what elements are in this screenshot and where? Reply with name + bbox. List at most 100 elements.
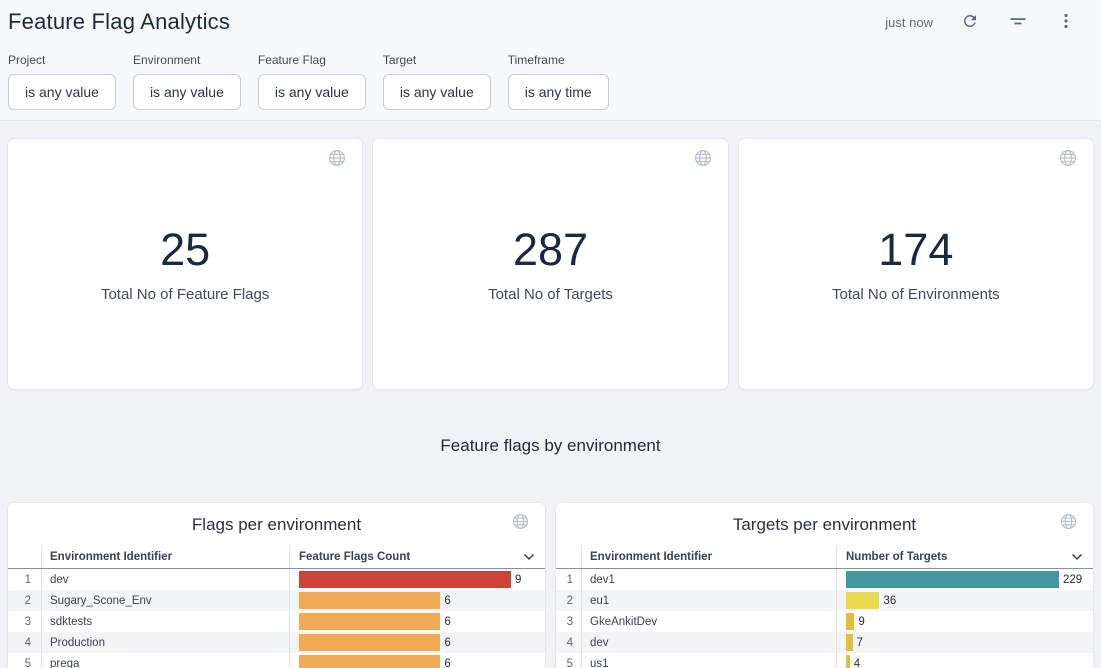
bar-cell[interactable]: 6 — [290, 611, 545, 632]
table-row: 5us14 — [556, 653, 1093, 668]
kpi-card-feature-flags: 25 Total No of Feature Flags — [8, 139, 362, 389]
row-index: 4 — [556, 632, 582, 653]
filter-feature-flag-button[interactable]: is any value — [258, 74, 366, 110]
filter-label: Project — [8, 53, 116, 67]
value-bar — [299, 634, 440, 651]
filter-label: Environment — [133, 53, 241, 67]
refresh-icon — [961, 12, 979, 33]
row-index: 4 — [8, 632, 42, 653]
row-index: 1 — [8, 569, 42, 590]
environment-identifier-cell[interactable]: dev — [42, 569, 290, 590]
kpi-value: 287 — [513, 225, 588, 275]
environment-identifier-cell[interactable]: eu1 — [582, 590, 837, 611]
bar-cell[interactable]: 4 — [837, 653, 1093, 668]
environment-identifier-cell[interactable]: GkeAnkitDev — [582, 611, 837, 632]
column-header-count[interactable]: Number of Targets — [837, 546, 1093, 568]
kpi-value: 25 — [160, 225, 210, 275]
bar-value: 4 — [854, 658, 860, 668]
kpi-label: Total No of Targets — [488, 286, 613, 303]
refresh-button[interactable] — [959, 10, 981, 35]
sort-chevron-down-icon[interactable] — [523, 553, 535, 561]
dashboard-menu-button[interactable] — [1055, 10, 1077, 35]
environment-identifier-cell[interactable]: prega — [42, 653, 290, 668]
kpi-label: Total No of Feature Flags — [101, 286, 269, 303]
filter-target: Target is any value — [383, 53, 491, 110]
data-table: Environment Identifier Number of Targets… — [556, 546, 1093, 668]
top-bar: Feature Flag Analytics just now — [0, 0, 1101, 44]
bar-cell[interactable]: 9 — [837, 611, 1093, 632]
filter-environment-button[interactable]: is any value — [133, 74, 241, 110]
value-bar — [846, 613, 854, 630]
value-bar — [299, 613, 440, 630]
sort-chevron-down-icon[interactable] — [1071, 553, 1083, 561]
environment-identifier-cell[interactable]: us1 — [582, 653, 837, 668]
row-index: 2 — [8, 590, 42, 611]
globe-icon[interactable] — [694, 149, 712, 172]
row-index: 3 — [8, 611, 42, 632]
kpi-row: 25 Total No of Feature Flags 287 Total N… — [8, 139, 1093, 389]
kpi-card-environments: 174 Total No of Environments — [739, 139, 1093, 389]
kebab-menu-icon — [1057, 12, 1075, 33]
filter-bar: Project is any value Environment is any … — [0, 44, 1101, 121]
value-bar — [846, 571, 1059, 588]
filter-timeframe-button[interactable]: is any time — [508, 74, 609, 110]
filter-project: Project is any value — [8, 53, 116, 110]
filter-label: Feature Flag — [258, 53, 366, 67]
table-row: 3sdktests6 — [8, 611, 545, 632]
bar-cell[interactable]: 7 — [837, 632, 1093, 653]
filter-label: Timeframe — [508, 53, 609, 67]
table-row: 4Production 6 — [8, 632, 545, 653]
bar-value: 9 — [515, 574, 521, 586]
row-index: 5 — [8, 653, 42, 668]
bar-value: 229 — [1063, 574, 1082, 586]
column-header-environment[interactable]: Environment Identifier — [582, 546, 837, 568]
table-header-row: Environment Identifier Number of Targets — [556, 546, 1093, 569]
table-body: 1dev12292eu1363GkeAnkitDev94dev75us14 — [556, 569, 1093, 668]
dashboard-filters-button[interactable] — [1007, 10, 1029, 35]
table-row: 1dev 9 — [8, 569, 545, 590]
value-bar — [299, 655, 440, 668]
dashboard-body: 25 Total No of Feature Flags 287 Total N… — [0, 121, 1101, 668]
column-header-label: Feature Flags Count — [299, 551, 410, 563]
bar-value: 6 — [444, 637, 450, 649]
column-header-label: Number of Targets — [846, 551, 947, 563]
chart-title: Flags per environment — [8, 513, 545, 537]
bar-cell[interactable]: 36 — [837, 590, 1093, 611]
filter-label: Target — [383, 53, 491, 67]
globe-icon[interactable] — [1060, 513, 1077, 535]
environment-identifier-cell[interactable]: Production — [42, 632, 290, 653]
filter-target-button[interactable]: is any value — [383, 74, 491, 110]
environment-identifier-cell[interactable]: Sugary_Scone_Env — [42, 590, 290, 611]
filter-timeframe: Timeframe is any time — [508, 53, 609, 110]
globe-icon[interactable] — [512, 513, 529, 535]
globe-icon[interactable] — [1059, 149, 1077, 172]
globe-icon[interactable] — [328, 149, 346, 172]
table-row: 2eu136 — [556, 590, 1093, 611]
bar-cell[interactable]: 6 — [290, 653, 545, 668]
table-row: 5prega6 — [8, 653, 545, 668]
environment-identifier-cell[interactable]: dev1 — [582, 569, 837, 590]
bar-value: 9 — [858, 616, 864, 628]
table-header-row: Environment Identifier Feature Flags Cou… — [8, 546, 545, 569]
environment-identifier-cell[interactable]: sdktests — [42, 611, 290, 632]
row-index-header — [8, 546, 42, 568]
row-index: 1 — [556, 569, 582, 590]
bar-cell[interactable]: 6 — [290, 590, 545, 611]
tables-row: Flags per environment Environment Identi… — [8, 503, 1093, 668]
bar-cell[interactable]: 9 — [290, 569, 545, 590]
flags-per-environment-card: Flags per environment Environment Identi… — [8, 503, 545, 668]
row-index-header — [556, 546, 582, 568]
column-header-environment[interactable]: Environment Identifier — [42, 546, 290, 568]
kpi-card-targets: 287 Total No of Targets — [373, 139, 727, 389]
filter-project-button[interactable]: is any value — [8, 74, 116, 110]
page-title: Feature Flag Analytics — [8, 9, 230, 35]
value-bar — [846, 592, 879, 609]
filter-environment: Environment is any value — [133, 53, 241, 110]
bar-cell[interactable]: 6 — [290, 632, 545, 653]
bar-value: 36 — [883, 595, 896, 607]
environment-identifier-cell[interactable]: dev — [582, 632, 837, 653]
chart-title: Targets per environment — [556, 513, 1093, 537]
column-header-count[interactable]: Feature Flags Count — [290, 546, 545, 568]
kpi-value: 174 — [878, 225, 953, 275]
bar-cell[interactable]: 229 — [837, 569, 1093, 590]
